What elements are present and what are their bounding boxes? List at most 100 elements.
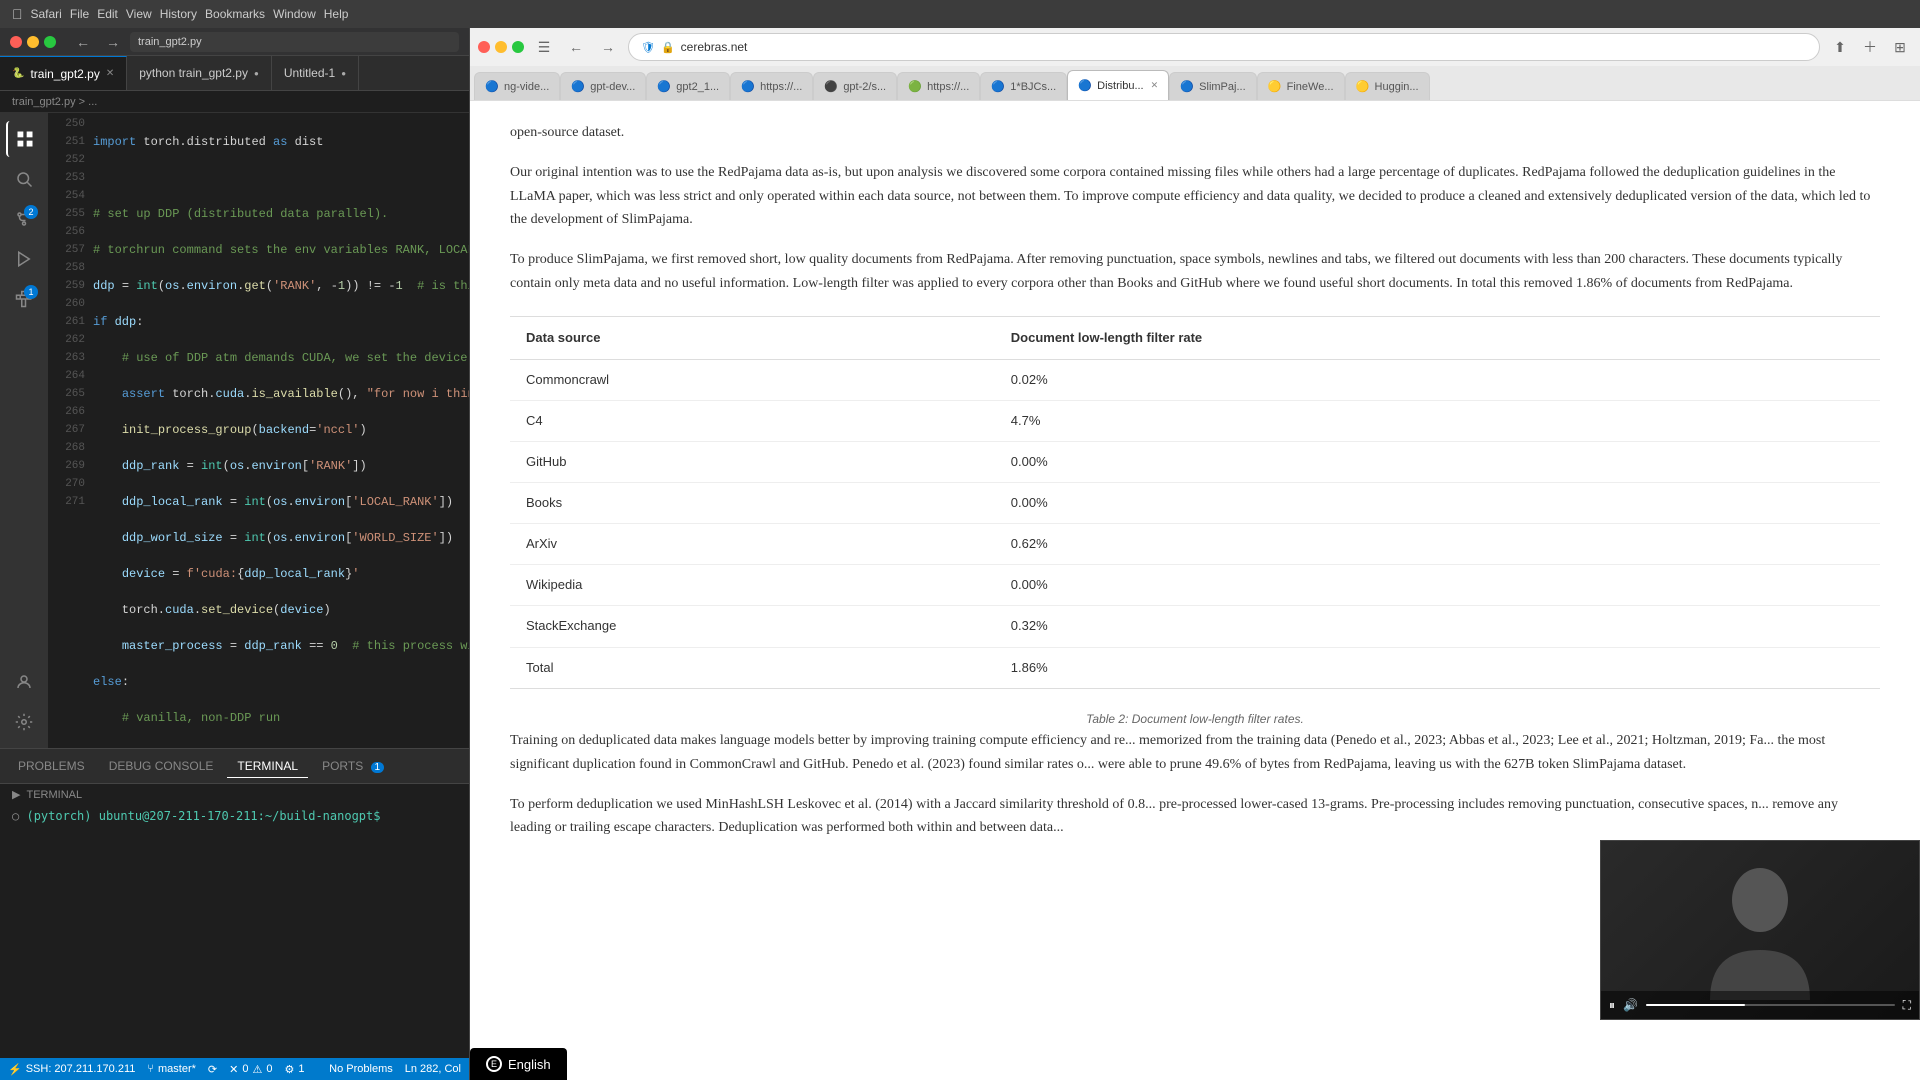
activity-account-icon[interactable] <box>6 664 42 700</box>
vscode-panel: ← → train_gpt2.py 🐍 train_gpt2.py ✕ pyth… <box>0 28 470 1080</box>
table-row: GitHub0.00% <box>510 442 1880 483</box>
vscode-tab-untitled[interactable]: Untitled-1 ● <box>272 56 359 90</box>
branch-icon: ⑂ <box>147 1063 154 1075</box>
terminal-content[interactable]: ○ (pytorch) ubuntu@207-211-170-211:~/bui… <box>0 805 469 1058</box>
vscode-tab-python-train[interactable]: python train_gpt2.py ● <box>127 56 272 90</box>
tab-label-ng: ng-vide... <box>504 81 549 93</box>
vscode-traffic-lights <box>10 36 56 48</box>
vscode-address-bar[interactable]: train_gpt2.py <box>130 32 459 52</box>
browser-tab-ng-video[interactable]: 🔵 ng-vide... <box>474 72 560 100</box>
video-fullscreen-btn[interactable]: ⛶ <box>1903 998 1911 1013</box>
language-bar[interactable]: E English <box>470 1048 567 1080</box>
status-errors[interactable]: ✕ 0 ⚠ 0 <box>229 1063 272 1076</box>
browser-tab-https1[interactable]: 🔵 https://... <box>730 72 813 100</box>
browser-tab-gpt2-12[interactable]: 🔵 gpt2_1... <box>646 72 730 100</box>
language-icon: E <box>486 1056 502 1072</box>
code-line-256: # use of DDP atm demands CUDA, we set th… <box>93 349 469 367</box>
vscode-minimize-btn[interactable] <box>27 36 39 48</box>
terminal-tab-ports[interactable]: PORTS 1 <box>312 755 394 777</box>
video-progress-bar[interactable] <box>1646 1004 1895 1006</box>
sidebar-toggle-btn[interactable]: ☰ <box>532 35 556 59</box>
new-tab-btn[interactable]: ＋ <box>1858 35 1882 59</box>
tab-favicon-gpt2s: ⚫ <box>824 80 838 94</box>
browser-close-btn[interactable] <box>478 41 490 53</box>
tab-label-slimpaj: SlimPaj... <box>1199 81 1245 93</box>
ssh-label: SSH: 207.211.170.211 <box>26 1063 136 1075</box>
status-sync[interactable]: ⟳ <box>208 1063 217 1076</box>
view-menu[interactable]: View <box>126 7 152 21</box>
code-content[interactable]: 250 251 252 253 254 255 256 257 258 259 … <box>48 113 469 748</box>
help-menu[interactable]: Help <box>324 7 349 21</box>
activity-git-icon[interactable]: 2 <box>6 201 42 237</box>
browser-tab-slimpaj[interactable]: 🔵 SlimPaj... <box>1169 72 1256 100</box>
activity-run-icon[interactable] <box>6 241 42 277</box>
filter-rate-table: Data source Document low-length filter r… <box>510 316 1880 689</box>
terminal-tab-problems[interactable]: PROBLEMS <box>8 755 95 777</box>
history-menu[interactable]: History <box>160 7 197 21</box>
tab-overview-btn[interactable]: ⊞ <box>1888 35 1912 59</box>
browser-tab-bjcs[interactable]: 🔵 1*BJCs... <box>980 72 1067 100</box>
address-bar[interactable]: 🛡 🔒 cerebras.net <box>628 33 1820 61</box>
browser-tab-gpt2s[interactable]: ⚫ gpt-2/s... <box>813 72 897 100</box>
vscode-maximize-btn[interactable] <box>44 36 56 48</box>
code-line-258: init_process_group(backend='nccl') <box>93 421 469 439</box>
table-caption: Table 2: Document low-length filter rate… <box>510 709 1880 729</box>
warning-icon: ⚠ <box>252 1063 262 1076</box>
video-mute-btn[interactable]: 🔊 <box>1623 998 1638 1012</box>
status-ssh[interactable]: ⚡ SSH: 207.211.170.211 <box>8 1063 135 1076</box>
apple-menu[interactable]:  <box>12 6 23 22</box>
video-pause-btn[interactable]: ⏸ <box>1609 998 1615 1013</box>
status-tasks[interactable]: ⚙ 1 <box>284 1063 304 1076</box>
activity-extensions-icon[interactable]: 1 <box>6 281 42 317</box>
no-problems-label: No Problems <box>329 1063 393 1075</box>
vscode-forward-btn[interactable]: → <box>104 32 122 52</box>
table-cell-source: C4 <box>510 400 995 441</box>
terminal-tab-terminal[interactable]: TERMINAL <box>227 755 308 778</box>
tab-favicon-gpt2: 🔵 <box>657 80 671 94</box>
browser-maximize-btn[interactable] <box>512 41 524 53</box>
code-editor: 250 251 252 253 254 255 256 257 258 259 … <box>48 113 469 748</box>
browser-tab-close-btn[interactable]: ✕ <box>1151 80 1159 91</box>
vscode-back-btn[interactable]: ← <box>74 32 92 52</box>
activity-settings-icon[interactable] <box>6 704 42 740</box>
terminal-expand-icon[interactable]: ▶ <box>12 788 20 801</box>
browser-back-btn[interactable]: ← <box>564 35 588 59</box>
page-para-dedup1: Training on deduplicated data makes lang… <box>510 729 1880 777</box>
code-lines[interactable]: import torch.distributed as dist # set u… <box>93 113 469 748</box>
tab-label-gpt2: gpt2_1... <box>676 81 719 93</box>
vscode-tab-train-gpt2[interactable]: 🐍 train_gpt2.py ✕ <box>0 56 127 90</box>
code-line-263: torch.cuda.set_device(device) <box>93 601 469 619</box>
browser-forward-btn[interactable]: → <box>596 35 620 59</box>
browser-minimize-btn[interactable] <box>495 41 507 53</box>
vscode-tab-label: train_gpt2.py <box>30 67 99 81</box>
window-menu[interactable]: Window <box>273 7 316 21</box>
code-line-265: else: <box>93 673 469 691</box>
code-line-260: ddp_local_rank = int(os.environ['LOCAL_R… <box>93 493 469 511</box>
terminal-tab-debug[interactable]: DEBUG CONSOLE <box>99 755 224 777</box>
vscode-tab3-label: Untitled-1 <box>284 66 335 80</box>
bookmarks-menu[interactable]: Bookmarks <box>205 7 265 21</box>
activity-search-icon[interactable] <box>6 161 42 197</box>
browser-tab-https2[interactable]: 🟢 https://... <box>897 72 980 100</box>
edit-menu[interactable]: Edit <box>97 7 118 21</box>
person-silhouette <box>1700 860 1820 1000</box>
code-line-266: # vanilla, non-DDP run <box>93 709 469 727</box>
branch-label: master* <box>158 1063 196 1075</box>
vscode-tab3-unsaved-dot: ● <box>341 69 346 78</box>
browser-tab-huggin[interactable]: 🟡 Huggin... <box>1345 72 1430 100</box>
status-position[interactable]: Ln 282, Col <box>405 1063 461 1075</box>
vscode-tab-close-btn[interactable]: ✕ <box>106 68 114 79</box>
breadcrumb: train_gpt2.py > ... <box>0 91 469 113</box>
safari-menu[interactable]: Safari <box>31 7 62 21</box>
browser-tab-gpt-dev[interactable]: 🔵 gpt-dev... <box>560 72 646 100</box>
terminal-panel: PROBLEMS DEBUG CONSOLE TERMINAL PORTS 1 … <box>0 748 469 1058</box>
share-btn[interactable]: ⬆ <box>1828 35 1852 59</box>
browser-tab-fineweb[interactable]: 🟡 FineWe... <box>1257 72 1345 100</box>
status-branch[interactable]: ⑂ master* <box>147 1063 196 1075</box>
browser-tab-distribu[interactable]: 🔵 Distribu... ✕ <box>1067 70 1169 100</box>
code-line-254: ddp = int(os.environ.get('RANK', -1)) !=… <box>93 277 469 295</box>
file-menu[interactable]: File <box>70 7 89 21</box>
vscode-close-btn[interactable] <box>10 36 22 48</box>
activity-explorer-icon[interactable] <box>6 121 42 157</box>
status-no-problems[interactable]: No Problems <box>329 1063 393 1075</box>
